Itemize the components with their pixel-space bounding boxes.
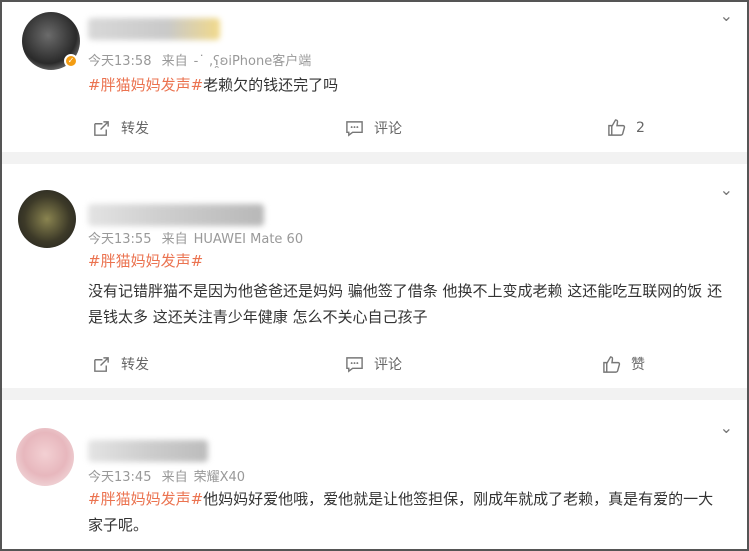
source-prefix: 来自 <box>161 54 188 69</box>
repost-label: 转发 <box>121 121 149 137</box>
comment-feed: ✓ ⌄ 今天13:58 来自 -˙ ,ʕ̯ʚiPhone客户端 #胖猫妈妈发声#老… <box>0 0 749 551</box>
like-count: 2 <box>636 119 645 136</box>
comment-icon <box>346 356 363 373</box>
action-bar: 转发 评论 赞 <box>2 354 747 378</box>
comment-card-1: ✓ ⌄ 今天13:58 来自 -˙ ,ʕ̯ʚiPhone客户端 #胖猫妈妈发声#老… <box>2 2 747 152</box>
avatar[interactable] <box>16 428 74 486</box>
comment-source[interactable]: HUAWEI Mate 60 <box>194 232 303 247</box>
comment-button[interactable]: 评论 <box>345 118 402 138</box>
hashtag-link[interactable]: #胖猫妈妈发声# <box>88 248 727 274</box>
hashtag-link[interactable]: #胖猫妈妈发声# <box>88 76 203 94</box>
like-label: 赞 <box>631 357 645 373</box>
comment-text: #胖猫妈妈发声# 没有记错胖猫不是因为他爸爸还是妈妈 骗他签了借条 他换不上变成… <box>88 248 727 330</box>
like-button[interactable]: 2 <box>607 118 645 137</box>
comment-meta: 今天13:58 来自 -˙ ,ʕ̯ʚiPhone客户端 <box>88 50 317 69</box>
comment-time: 今天13:55 <box>88 232 152 247</box>
separator <box>2 152 747 164</box>
chevron-down-icon[interactable]: ⌄ <box>720 418 733 437</box>
username-blurred[interactable] <box>88 440 208 462</box>
avatar[interactable] <box>18 190 76 248</box>
comment-icon <box>346 120 363 137</box>
comment-body: 没有记错胖猫不是因为他爸爸还是妈妈 骗他签了借条 他换不上变成老赖 这还能吃互联… <box>88 282 723 326</box>
thumbs-up-icon <box>603 355 621 373</box>
verified-badge-icon: ✓ <box>64 54 78 68</box>
chevron-down-icon[interactable]: ⌄ <box>720 180 733 199</box>
comment-button[interactable]: 评论 <box>345 354 402 374</box>
source-prefix: 来自 <box>161 232 188 247</box>
comment-text: #胖猫妈妈发声#老赖欠的钱还完了吗 <box>88 72 727 98</box>
comment-source[interactable]: 荣耀X40 <box>194 470 245 485</box>
comment-label: 评论 <box>374 357 402 373</box>
comment-label: 评论 <box>374 121 402 137</box>
repost-icon <box>94 356 109 372</box>
action-bar: 转发 评论 2 <box>2 118 747 142</box>
hashtag-link[interactable]: #胖猫妈妈发声# <box>88 490 203 508</box>
comment-meta: 今天13:45 来自 荣耀X40 <box>88 466 251 485</box>
like-button[interactable]: 赞 <box>602 354 645 374</box>
repost-icon <box>94 120 109 136</box>
comment-text: #胖猫妈妈发声#他妈妈好爱他哦，爱他就是让他签担保，刚成年就成了老赖，真是有爱的… <box>88 486 727 538</box>
chevron-down-icon[interactable]: ⌄ <box>720 6 733 25</box>
repost-button[interactable]: 转发 <box>92 354 149 374</box>
comment-body: 老赖欠的钱还完了吗 <box>203 76 339 94</box>
comment-source[interactable]: -˙ ,ʕ̯ʚiPhone客户端 <box>194 54 312 69</box>
source-prefix: 来自 <box>161 470 188 485</box>
separator <box>2 388 747 400</box>
comment-time: 今天13:45 <box>88 470 152 485</box>
comment-card-3: ⌄ 今天13:45 来自 荣耀X40 #胖猫妈妈发声#他妈妈好爱他哦，爱他就是让他… <box>2 400 747 549</box>
username-blurred[interactable] <box>88 204 264 226</box>
comment-time: 今天13:58 <box>88 54 152 69</box>
comment-card-2: ⌄ 今天13:55 来自 HUAWEI Mate 60 #胖猫妈妈发声# 没有记错… <box>2 164 747 388</box>
username-blurred[interactable] <box>88 18 220 40</box>
repost-label: 转发 <box>121 357 149 373</box>
repost-button[interactable]: 转发 <box>92 118 149 138</box>
thumbs-up-icon <box>608 119 626 136</box>
comment-meta: 今天13:55 来自 HUAWEI Mate 60 <box>88 228 309 247</box>
